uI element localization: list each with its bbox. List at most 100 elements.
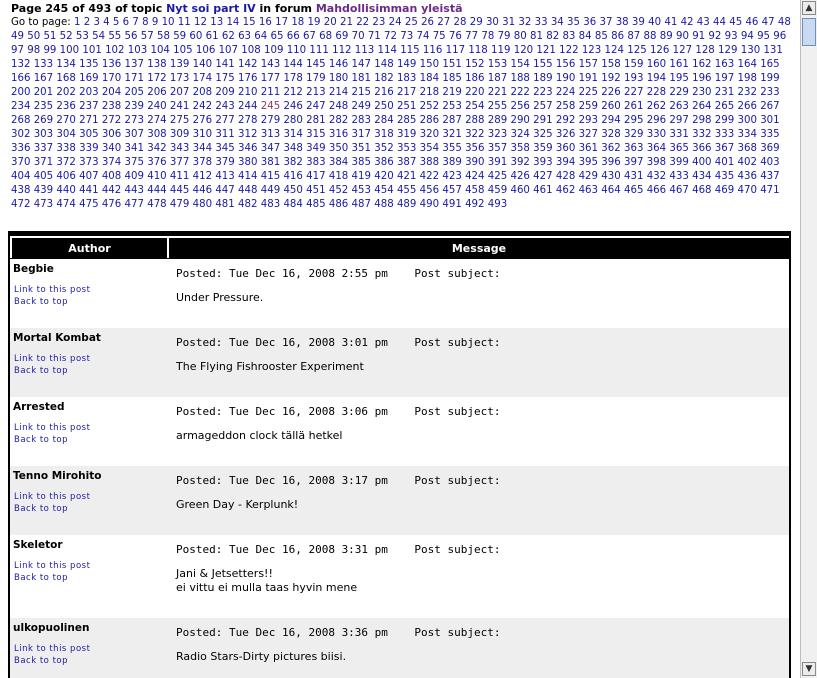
page-link-284[interactable]: 284: [374, 115, 393, 126]
page-link-310[interactable]: 310: [193, 129, 212, 140]
page-link-167[interactable]: 167: [34, 73, 53, 84]
page-link-389[interactable]: 389: [442, 157, 461, 168]
page-link-124[interactable]: 124: [605, 45, 624, 56]
page-link-478[interactable]: 478: [147, 199, 166, 210]
page-link-166[interactable]: 166: [11, 73, 30, 84]
page-link-317[interactable]: 317: [352, 129, 371, 140]
page-link-388[interactable]: 388: [420, 157, 439, 168]
page-link-64[interactable]: 64: [254, 31, 267, 42]
page-link-425[interactable]: 425: [488, 171, 507, 182]
page-link-73[interactable]: 73: [400, 31, 413, 42]
back-to-top-link[interactable]: Back to top: [14, 656, 68, 666]
page-link-442[interactable]: 442: [102, 185, 121, 196]
page-link-278[interactable]: 278: [238, 115, 257, 126]
page-link-188[interactable]: 188: [510, 73, 529, 84]
page-link-253[interactable]: 253: [442, 101, 461, 112]
page-link-140[interactable]: 140: [193, 59, 212, 70]
page-link-78[interactable]: 78: [481, 31, 494, 42]
page-link-80[interactable]: 80: [514, 31, 527, 42]
page-link-262[interactable]: 262: [647, 101, 666, 112]
page-link-147[interactable]: 147: [352, 59, 371, 70]
page-link-228[interactable]: 228: [647, 87, 666, 98]
page-link-89[interactable]: 89: [660, 31, 673, 42]
page-link-293[interactable]: 293: [579, 115, 598, 126]
page-link-351[interactable]: 351: [352, 143, 371, 154]
page-link-367[interactable]: 367: [715, 143, 734, 154]
page-link-143[interactable]: 143: [261, 59, 280, 70]
page-link-157[interactable]: 157: [579, 59, 598, 70]
page-link-49[interactable]: 49: [11, 31, 24, 42]
page-link-403[interactable]: 403: [760, 157, 779, 168]
page-link-292[interactable]: 292: [556, 115, 575, 126]
page-link-130[interactable]: 130: [741, 45, 760, 56]
page-link-473[interactable]: 473: [34, 199, 53, 210]
page-link-48[interactable]: 48: [778, 17, 791, 28]
page-link-406[interactable]: 406: [56, 171, 75, 182]
page-link-303[interactable]: 303: [34, 129, 53, 140]
back-to-top-link[interactable]: Back to top: [14, 297, 68, 307]
page-link-433[interactable]: 433: [669, 171, 688, 182]
page-link-220[interactable]: 220: [465, 87, 484, 98]
page-link-286[interactable]: 286: [420, 115, 439, 126]
page-link-468[interactable]: 468: [692, 185, 711, 196]
page-link-2[interactable]: 2: [84, 17, 90, 28]
page-link-346[interactable]: 346: [238, 143, 257, 154]
page-link-92[interactable]: 92: [708, 31, 721, 42]
page-link-331[interactable]: 331: [669, 129, 688, 140]
page-link-426[interactable]: 426: [510, 171, 529, 182]
page-link-282[interactable]: 282: [329, 115, 348, 126]
page-link-352[interactable]: 352: [374, 143, 393, 154]
page-link-432[interactable]: 432: [647, 171, 666, 182]
page-link-214[interactable]: 214: [329, 87, 348, 98]
page-link-397[interactable]: 397: [624, 157, 643, 168]
page-link-138[interactable]: 138: [147, 59, 166, 70]
page-link-97[interactable]: 97: [11, 45, 24, 56]
page-link-378[interactable]: 378: [193, 157, 212, 168]
page-link-6[interactable]: 6: [123, 17, 129, 28]
page-link-205[interactable]: 205: [125, 87, 144, 98]
page-link-19[interactable]: 19: [308, 17, 321, 28]
page-link-332[interactable]: 332: [692, 129, 711, 140]
page-link-370[interactable]: 370: [11, 157, 30, 168]
page-link-104[interactable]: 104: [150, 45, 169, 56]
page-link-261[interactable]: 261: [624, 101, 643, 112]
page-link-244[interactable]: 244: [238, 101, 257, 112]
page-link-142[interactable]: 142: [238, 59, 257, 70]
page-link-358[interactable]: 358: [510, 143, 529, 154]
page-link-446[interactable]: 446: [193, 185, 212, 196]
page-link-116[interactable]: 116: [423, 45, 442, 56]
back-to-top-link[interactable]: Back to top: [14, 573, 68, 583]
page-link-153[interactable]: 153: [488, 59, 507, 70]
page-link-266[interactable]: 266: [738, 101, 757, 112]
arrow-up-icon[interactable]: ▲: [802, 1, 816, 15]
page-link-456[interactable]: 456: [420, 185, 439, 196]
page-link-195[interactable]: 195: [669, 73, 688, 84]
page-link-307[interactable]: 307: [125, 129, 144, 140]
page-link-61[interactable]: 61: [206, 31, 219, 42]
page-link-387[interactable]: 387: [397, 157, 416, 168]
page-link-376[interactable]: 376: [147, 157, 166, 168]
page-link-210[interactable]: 210: [238, 87, 257, 98]
page-link-219[interactable]: 219: [442, 87, 461, 98]
page-link-141[interactable]: 141: [215, 59, 234, 70]
page-link-123[interactable]: 123: [582, 45, 601, 56]
page-link-276[interactable]: 276: [193, 115, 212, 126]
page-link-359[interactable]: 359: [533, 143, 552, 154]
page-link-487[interactable]: 487: [352, 199, 371, 210]
page-link-492[interactable]: 492: [465, 199, 484, 210]
page-link-50[interactable]: 50: [27, 31, 40, 42]
page-link-216[interactable]: 216: [374, 87, 393, 98]
page-link-418[interactable]: 418: [329, 171, 348, 182]
page-link-154[interactable]: 154: [510, 59, 529, 70]
page-link-18[interactable]: 18: [291, 17, 304, 28]
page-link-314[interactable]: 314: [283, 129, 302, 140]
page-link-41[interactable]: 41: [664, 17, 677, 28]
page-link-100[interactable]: 100: [60, 45, 79, 56]
page-link-372[interactable]: 372: [56, 157, 75, 168]
page-link-240[interactable]: 240: [147, 101, 166, 112]
page-link-51[interactable]: 51: [43, 31, 56, 42]
page-link-206[interactable]: 206: [147, 87, 166, 98]
page-link-290[interactable]: 290: [510, 115, 529, 126]
page-link-427[interactable]: 427: [533, 171, 552, 182]
page-link-393[interactable]: 393: [533, 157, 552, 168]
